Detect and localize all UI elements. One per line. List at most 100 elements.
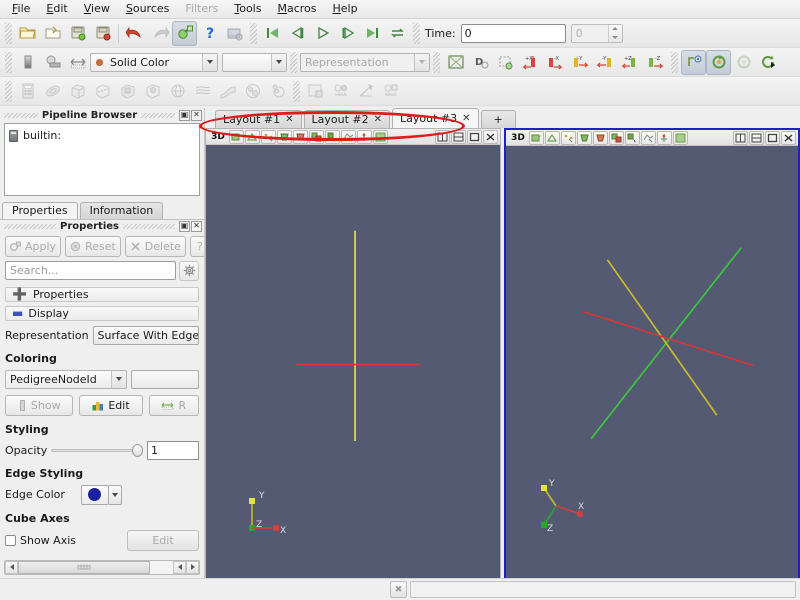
camera-undo-icon[interactable]: [229, 129, 244, 144]
hover-points-icon[interactable]: [357, 129, 372, 144]
render-view-right[interactable]: 3D Y Z X: [504, 128, 800, 578]
interactive-select-icon[interactable]: [325, 129, 340, 144]
spin-down-icon[interactable]: [612, 35, 619, 39]
section-display[interactable]: ▬ Display: [5, 305, 199, 321]
rotate-90-ccw-icon[interactable]: [706, 49, 731, 75]
split-horizontal-icon-right[interactable]: [733, 130, 748, 145]
show-axis-checkbox[interactable]: [5, 534, 16, 546]
warp-icon[interactable]: [215, 79, 240, 104]
zoom-to-box-icon-left[interactable]: [373, 129, 388, 144]
reset-rotation-icon[interactable]: [756, 50, 781, 75]
undo-icon[interactable]: [122, 21, 147, 46]
rotate-toolbar-grip[interactable]: [671, 51, 678, 73]
plots-toolbar-grip[interactable]: [293, 80, 300, 102]
properties-horizontal-scrollbar[interactable]: [4, 559, 200, 575]
zoom-to-box-icon[interactable]: [493, 50, 518, 75]
spin-up-icon[interactable]: [612, 27, 619, 31]
select-frustum-points-icon[interactable]: [293, 129, 308, 144]
section-properties[interactable]: ➕ Properties: [5, 286, 199, 302]
select-blocks-icon-right[interactable]: [609, 130, 624, 145]
layout-tab-1[interactable]: Layout #1 ✕: [215, 110, 302, 128]
properties-float-icon[interactable]: ▣: [179, 220, 191, 232]
stream-tracer-icon[interactable]: [190, 79, 215, 104]
menu-help[interactable]: Help: [325, 0, 366, 18]
split-horizontal-icon[interactable]: [435, 129, 450, 144]
select-frustum-cells-icon-right[interactable]: [577, 130, 592, 145]
color-by-combo[interactable]: Solid Color: [90, 52, 218, 72]
component-combo[interactable]: [222, 52, 287, 72]
zoom-to-data-icon[interactable]: D: [468, 50, 493, 75]
representation-grip[interactable]: [290, 51, 297, 73]
last-frame-icon[interactable]: [360, 21, 385, 46]
opacity-input[interactable]: 1: [147, 440, 199, 460]
set-view-minus-z-icon[interactable]: -Z: [643, 50, 668, 75]
props-drag-handle-left[interactable]: [4, 223, 57, 229]
next-frame-icon[interactable]: [335, 21, 360, 46]
menu-macros[interactable]: Macros: [269, 0, 324, 18]
opacity-slider-handle[interactable]: [132, 443, 143, 457]
zoom-to-box-icon-right[interactable]: [673, 130, 688, 145]
view-type-label-left[interactable]: 3D: [208, 130, 228, 144]
layout-tab-1-close-icon[interactable]: ✕: [285, 114, 293, 125]
rescale-button[interactable]: R: [148, 394, 199, 416]
add-layout-tab-button[interactable]: +: [480, 110, 516, 128]
select-frustum-points-icon-right[interactable]: [593, 130, 608, 145]
layout-tab-3[interactable]: Layout #3 ✕: [392, 108, 479, 128]
scroll-left-icon[interactable]: [5, 560, 18, 574]
coloring-array-chevron-down-icon[interactable]: [111, 370, 126, 388]
pipeline-close-icon[interactable]: ✕: [191, 109, 203, 121]
scroll-left-icon-2[interactable]: [173, 560, 186, 574]
edge-color-chevron-down-icon[interactable]: [108, 484, 122, 505]
representation-combo[interactable]: Representation: [300, 52, 430, 72]
menu-sources[interactable]: Sources: [118, 0, 178, 18]
time-input[interactable]: 0: [460, 23, 566, 43]
help-question-icon[interactable]: ?: [197, 21, 222, 46]
tab-information[interactable]: Information: [79, 201, 164, 219]
tab-properties[interactable]: Properties: [2, 201, 78, 219]
maximize-icon-right[interactable]: [765, 130, 780, 145]
hover-points-icon-right[interactable]: [657, 130, 672, 145]
scrollbar-thumb[interactable]: [18, 560, 150, 574]
apply-button[interactable]: Apply: [5, 235, 62, 257]
search-input[interactable]: Search...: [5, 261, 176, 281]
pipeline-float-icon[interactable]: ▣: [179, 109, 191, 121]
select-blocks-icon[interactable]: [309, 129, 324, 144]
repr-toolbar-grip[interactable]: [5, 51, 12, 73]
open-file-icon[interactable]: [15, 21, 40, 46]
menu-filters[interactable]: Filters: [177, 0, 226, 18]
dock-drag-handle-left[interactable]: [4, 112, 38, 118]
set-view-plus-z-icon[interactable]: +Z: [618, 50, 643, 75]
select-polygon-icon-right[interactable]: [641, 130, 656, 145]
frame-spinbox[interactable]: 0: [570, 23, 623, 43]
render-view-left[interactable]: 3D Y Z X: [205, 128, 501, 578]
pipeline-browser-list[interactable]: builtin:: [4, 123, 200, 196]
list-item[interactable]: builtin:: [9, 129, 195, 142]
previous-frame-icon[interactable]: [285, 21, 310, 46]
center-axes-visibility-icon[interactable]: [681, 49, 706, 75]
first-frame-icon[interactable]: [260, 21, 285, 46]
camera-toolbar-grip[interactable]: [433, 51, 440, 73]
representation-chevron-down-icon[interactable]: [414, 53, 429, 71]
group-datasets-icon[interactable]: [240, 79, 265, 104]
render-view-left-canvas[interactable]: Y Z X: [206, 145, 500, 578]
layout-tab-2-close-icon[interactable]: ✕: [374, 114, 382, 125]
split-vertical-icon-right[interactable]: [749, 130, 764, 145]
menu-tools[interactable]: Tools: [226, 0, 269, 18]
loop-icon[interactable]: [385, 21, 410, 46]
close-icon-left-view[interactable]: [483, 129, 498, 144]
select-surface-cells-icon-right[interactable]: [545, 130, 560, 145]
edit-color-map-icon[interactable]: [40, 50, 65, 75]
menu-view[interactable]: View: [76, 0, 118, 18]
threshold-icon[interactable]: [115, 79, 140, 104]
render-view-right-canvas[interactable]: Y Z X: [506, 146, 798, 578]
frame-spin-buttons[interactable]: [607, 24, 622, 42]
layout-tab-2[interactable]: Layout #2 ✕: [303, 110, 390, 128]
recent-files-icon[interactable]: [40, 21, 65, 46]
close-icon-right-view[interactable]: [781, 130, 796, 145]
split-vertical-icon[interactable]: [451, 129, 466, 144]
edge-color-swatch[interactable]: [80, 484, 109, 505]
set-view-minus-y-icon[interactable]: -Y: [593, 50, 618, 75]
set-view-plus-y-icon[interactable]: +Y: [568, 50, 593, 75]
reset-button[interactable]: Reset: [65, 235, 121, 257]
extract-level-icon[interactable]: [265, 79, 290, 104]
